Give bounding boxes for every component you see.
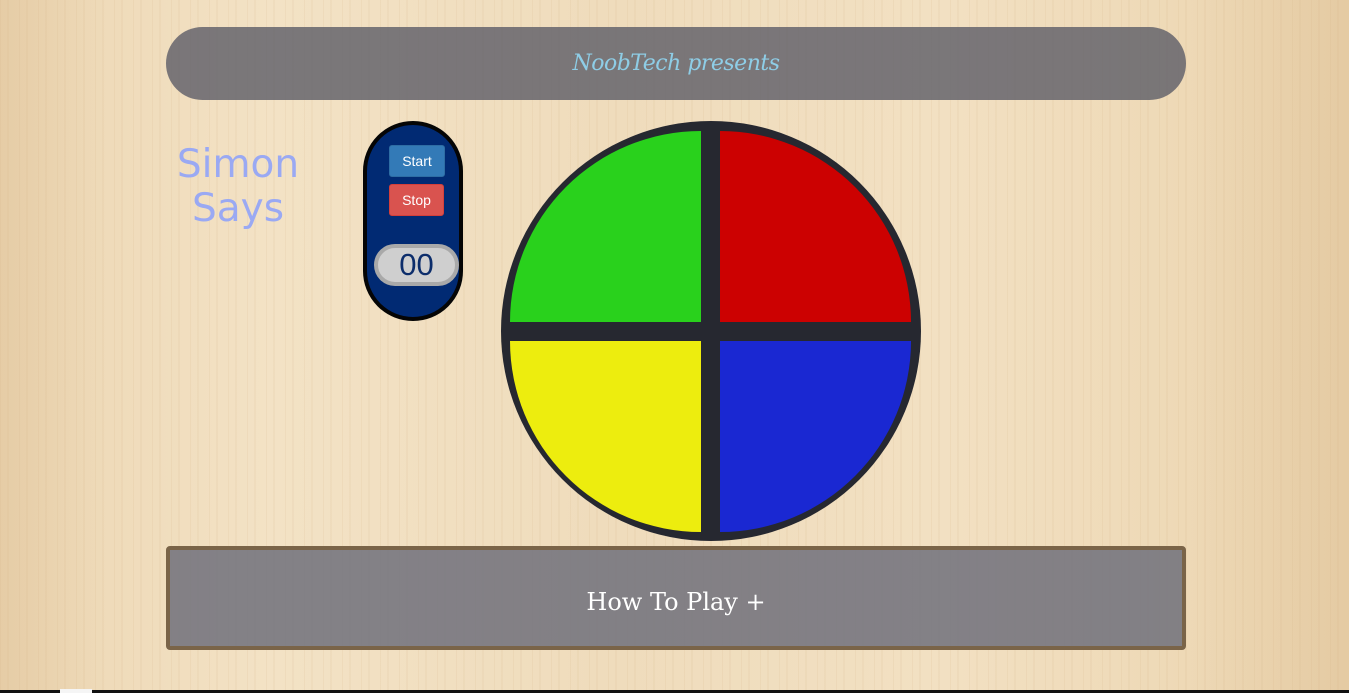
control-panel: Start Stop 00 (363, 121, 463, 321)
background-shade-left (0, 0, 105, 693)
how-to-play-toggle[interactable]: How To Play + (166, 546, 1186, 650)
bottom-tab (60, 689, 92, 693)
blue-pad[interactable] (720, 341, 911, 532)
how-to-play-label: How To Play + (586, 588, 766, 616)
green-pad[interactable] (510, 131, 701, 322)
stop-button[interactable]: Stop (389, 184, 444, 216)
game-title-line-1: Simon (176, 142, 300, 187)
header-banner: NoobTech presents (166, 27, 1186, 100)
level-counter: 00 (374, 244, 459, 286)
start-button[interactable]: Start (389, 145, 445, 177)
game-title: Simon Says (168, 143, 308, 231)
yellow-pad[interactable] (510, 341, 701, 532)
game-title-line-2: Says (191, 186, 285, 231)
background-shade-right (1189, 0, 1349, 693)
simon-board (501, 121, 921, 541)
header-title: NoobTech presents (572, 51, 780, 76)
red-pad[interactable] (720, 131, 911, 322)
